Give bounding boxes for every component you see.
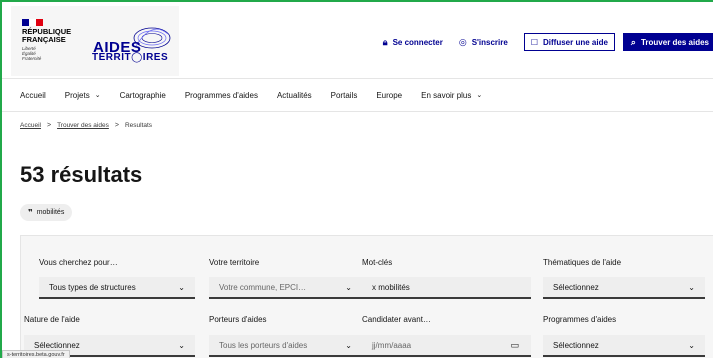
- territory-label: Votre territoire: [209, 258, 260, 267]
- backers-label: Porteurs d'aides: [209, 315, 267, 324]
- programs-select[interactable]: Sélectionnez ⌄: [543, 335, 705, 357]
- nav-item-cartographie[interactable]: Cartographie: [120, 91, 166, 100]
- nav-label: Cartographie: [119, 90, 166, 100]
- backers-placeholder: Tous les porteurs d'aides: [219, 340, 308, 350]
- site-header: RÉPUBLIQUE FRANÇAISE Liberté Égalité Fra…: [2, 2, 713, 78]
- nature-label: Nature de l'aide: [24, 315, 80, 324]
- republic-name: RÉPUBLIQUE FRANÇAISE: [22, 28, 82, 44]
- programs-value: Sélectionnez: [553, 340, 599, 350]
- themes-select[interactable]: Sélectionnez ⌄: [543, 277, 705, 299]
- signup-link[interactable]: ◎ S'inscrire: [459, 37, 508, 48]
- republic-motto: Liberté Égalité Fraternité: [22, 46, 52, 61]
- publish-aid-label: Diffuser une aide: [543, 37, 608, 47]
- external-box-icon: ☐: [530, 37, 539, 47]
- chevron-down-icon: ⌄: [476, 92, 483, 99]
- signup-label: S'inscrire: [471, 37, 508, 47]
- search-icon: ⌕: [630, 36, 636, 47]
- find-aids-label: Trouver des aides: [640, 37, 709, 47]
- chevron-down-icon: ⌄: [94, 92, 101, 99]
- page-title: 53 résultats: [20, 162, 143, 187]
- user-circle-icon: ◎: [458, 36, 467, 47]
- calendar-icon[interactable]: ▭: [510, 340, 519, 351]
- quote-icon: ❞: [28, 208, 33, 217]
- keywords-label: Mot-clés: [362, 258, 393, 267]
- motto-fraternite: Fraternité: [22, 56, 42, 61]
- main-nav: Accueil Projets ⌄ Cartographie Programmes…: [2, 78, 713, 112]
- nav-label: Projets: [64, 90, 90, 100]
- breadcrumb-home[interactable]: Accueil: [20, 122, 41, 129]
- breadcrumb-find-aids[interactable]: Trouver des aides: [57, 122, 109, 129]
- chevron-down-icon: ⌄: [345, 341, 352, 350]
- programs-label: Programmes d'aides: [543, 315, 617, 324]
- status-bar-url: s-territoires.beta.gouv.fr: [2, 350, 70, 358]
- chevron-down-icon: ⌄: [688, 283, 695, 292]
- browser-viewport: RÉPUBLIQUE FRANÇAISE Liberté Égalité Fra…: [0, 0, 713, 358]
- structure-type-select[interactable]: Tous types de structures ⌄: [39, 277, 195, 299]
- chevron-down-icon: ⌄: [178, 341, 185, 350]
- publish-aid-button[interactable]: ☐ Diffuser une aide: [523, 33, 615, 51]
- nav-label: Programmes d'aides: [184, 90, 258, 100]
- aides-territoires-logo: AIDES TERRIT◯IRES: [90, 24, 180, 64]
- backers-select[interactable]: Tous les porteurs d'aides ⌄: [209, 335, 362, 357]
- login-label: Se connecter: [392, 37, 443, 47]
- deadline-date-input[interactable]: jj/mm/aaaa ▭: [362, 335, 531, 357]
- header-actions: 🔒︎ Se connecter ◎ S'inscrire ☐ Diffuser …: [383, 32, 713, 52]
- territory-placeholder: Votre commune, EPCI…: [219, 282, 307, 292]
- chevron-down-icon: ⌄: [688, 341, 695, 350]
- breadcrumb: Accueil > Trouver des aides > Resultats: [20, 122, 152, 129]
- nav-label: Portails: [330, 90, 358, 100]
- nav-label: Accueil: [20, 90, 46, 100]
- structure-type-value: Tous types de structures: [49, 282, 136, 292]
- deadline-placeholder: jj/mm/aaaa: [372, 340, 412, 350]
- breadcrumb-current: Resultats: [124, 122, 153, 129]
- nav-label: Europe: [376, 90, 403, 100]
- breadcrumb-separator: >: [114, 122, 119, 129]
- search-for-label: Vous cherchez pour…: [39, 258, 118, 267]
- nav-item-accueil[interactable]: Accueil: [20, 91, 46, 100]
- keyword-tag[interactable]: ❞ mobilités: [20, 204, 73, 221]
- chevron-down-icon: ⌄: [178, 283, 185, 292]
- find-aids-button[interactable]: ⌕ Trouver des aides: [622, 33, 713, 51]
- nav-item-europe[interactable]: Europe: [376, 91, 402, 100]
- nature-value: Sélectionnez: [34, 340, 80, 350]
- themes-label: Thématiques de l'aide: [543, 258, 622, 267]
- login-link[interactable]: 🔒︎ Se connecter: [383, 37, 443, 48]
- territory-input[interactable]: Votre commune, EPCI… ⌄: [209, 277, 362, 299]
- keyword-tag-label: mobilités: [36, 209, 65, 216]
- logo-block[interactable]: RÉPUBLIQUE FRANÇAISE Liberté Égalité Fra…: [11, 6, 179, 76]
- flag-icon: [22, 19, 43, 26]
- breadcrumb-separator: >: [46, 122, 52, 129]
- lock-icon: 🔒︎: [382, 36, 388, 47]
- nav-label: En savoir plus: [421, 90, 472, 100]
- keywords-input[interactable]: x mobilités: [362, 277, 531, 299]
- chevron-down-icon: ⌄: [345, 283, 352, 292]
- nav-label: Actualités: [276, 90, 312, 100]
- themes-value: Sélectionnez: [553, 282, 599, 292]
- nav-item-actualites[interactable]: Actualités: [277, 91, 312, 100]
- nav-item-projets[interactable]: Projets ⌄: [65, 91, 101, 100]
- logo-text-territoires: TERRIT◯IRES: [92, 52, 169, 63]
- filter-panel: Vous cherchez pour… Votre territoire Mot…: [20, 235, 713, 358]
- nav-item-programmes[interactable]: Programmes d'aides: [185, 91, 258, 100]
- deadline-label: Candidater avant…: [362, 315, 431, 324]
- keywords-value: x mobilités: [372, 282, 410, 292]
- nav-item-portails[interactable]: Portails: [331, 91, 358, 100]
- nav-item-en-savoir-plus[interactable]: En savoir plus ⌄: [421, 91, 482, 100]
- republic-line-2: FRANÇAISE: [22, 35, 66, 44]
